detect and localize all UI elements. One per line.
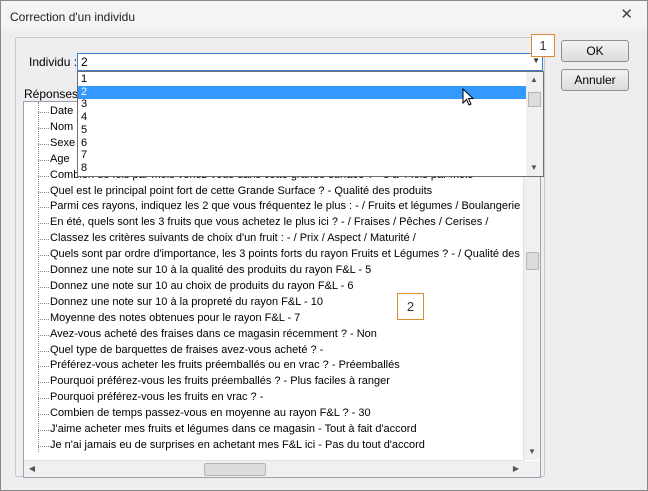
tree-connector [38,271,49,272]
tree-connector [38,255,49,257]
chevron-down-icon[interactable]: ▼ [532,56,540,65]
dropdown-option[interactable]: 5 [78,124,528,137]
dropdown-option[interactable]: 1 [78,73,528,86]
tree-connector [38,414,49,416]
dropdown-scrollbar[interactable]: ▲ ▼ [526,72,543,176]
tree-connector [38,334,49,336]
mouse-pointer-icon [462,88,475,106]
tree-item-label: Nom [50,120,74,133]
tree-connector [38,175,49,177]
individu-label: Individu : [29,55,78,69]
tree-item-label: Donnez une note sur 10 à la qualité des … [50,264,372,276]
scroll-right-icon[interactable]: ▶ [509,462,523,476]
tree-item-label: Date [50,105,74,117]
tree-item-label: Classez les critères suivants de choix d… [50,232,416,245]
dropdown-option[interactable]: 4 [78,111,528,124]
dropdown-scroll-thumb[interactable] [528,92,541,107]
callout-badge-2: 2 [397,293,424,320]
tree-connector [38,398,49,400]
tree-connector [38,366,49,368]
callout-badge-1: 1 [531,34,555,57]
tree-item-label: Pourquoi préférez-vous les fruits préemb… [50,375,390,388]
dropdown-option[interactable]: 6 [78,137,528,150]
tree-connector [38,430,49,431]
tree-connector [38,207,49,209]
scroll-corner [524,461,540,477]
cancel-button[interactable]: Annuler [561,69,629,91]
individu-value: 2 [81,55,88,69]
individu-dropdown-list[interactable]: 12345678 ▲ ▼ [77,71,544,177]
vertical-scroll-thumb[interactable] [526,252,539,270]
tree-item-label: Parmi ces rayons, indiquez les 2 que vou… [50,200,527,213]
tree-item-label: Quel est le principal point fort de cett… [50,184,433,197]
tree-item-label: Quels sont par ordre d'importance, les 3… [50,248,541,261]
tree-item-label: Sexe [50,136,76,149]
tree-item-label: Age [50,152,70,165]
dropdown-option[interactable]: 2 [78,85,528,99]
tree-item-label: Avez-vous acheté des fraises dans ce mag… [50,327,377,340]
tree-item-label: Combien de temps passez-vous en moyenne … [50,407,371,420]
tree-item-label: Donnez une note sur 10 à la propreté du … [50,295,323,308]
tree-connector [38,382,49,384]
title-bar: Correction d'un individu ✕ [1,1,647,31]
tree-item-label: Je n'ai jamais eu de surprises en acheta… [50,438,425,451]
close-icon[interactable]: ✕ [620,7,633,23]
scroll-left-icon[interactable]: ◀ [25,462,39,476]
scroll-up-icon[interactable]: ▲ [527,73,541,87]
tree-item-label: Pourquoi préférez-vous les fruits en vra… [50,391,264,404]
window-title: Correction d'un individu [10,10,136,24]
tree-connector [38,223,49,225]
tree-connector [38,127,49,129]
tree-item-label: En été, quels sont les 3 fruits que vous… [50,216,489,229]
dropdown-option[interactable]: 8 [78,162,528,175]
tree-item-label: Donnez une note sur 10 au choix de produ… [50,279,354,292]
tree-guide-line [38,102,39,452]
tree-connector [38,191,49,193]
tree-item-label: Préférez-vous acheter les fruits préemba… [50,359,400,372]
tree-connector [38,143,49,145]
scroll-down-icon[interactable]: ▼ [527,161,541,175]
tree-connector [38,350,49,352]
tree-connector [38,445,49,447]
tree-item-label: Moyenne des notes obtenues pour le rayon… [50,311,301,324]
individu-combobox[interactable]: 2 ▼ [77,53,543,71]
tree-connector [38,302,49,304]
ok-button[interactable]: OK [561,40,629,62]
tree-connector [38,239,49,241]
horizontal-scrollbar[interactable]: ◀ ▶ [24,460,524,477]
dropdown-option[interactable]: 7 [78,149,528,162]
tree-item-label: Quel type de barquettes de fraises avez-… [50,343,324,356]
tree-connector [38,159,49,161]
tree-connector [38,286,49,288]
horizontal-scroll-thumb[interactable] [204,463,266,476]
tree-item-label: J'aime acheter mes fruits et légumes dan… [50,423,417,435]
tree-connector [38,112,49,113]
scroll-down-icon[interactable]: ▼ [525,445,539,459]
dropdown-option[interactable]: 3 [78,98,528,111]
tree-connector [38,318,49,320]
